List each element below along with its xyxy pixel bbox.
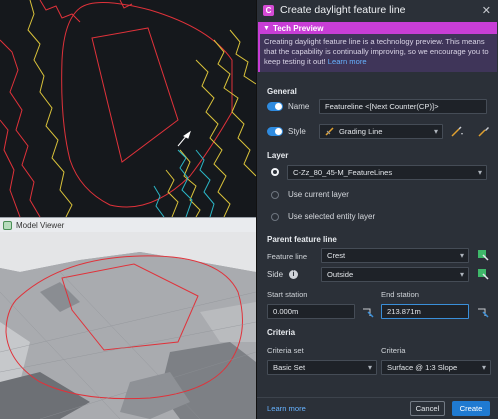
info-icon[interactable]: i <box>289 270 299 279</box>
criteria-section-title: Criteria <box>267 328 296 337</box>
parent-section-title: Parent feature line <box>267 235 337 244</box>
dialog-title: Create daylight feature line <box>280 4 406 16</box>
tech-preview-text: Creating daylight feature line is a tech… <box>264 37 489 66</box>
pick-start-station-icon[interactable] <box>361 305 375 319</box>
dialog-footer: Learn more Cancel Create <box>257 397 498 419</box>
edit-style-icon[interactable] <box>450 124 464 138</box>
style-dropdown[interactable]: Grading Line <box>319 124 443 139</box>
feature-line-dropdown[interactable]: Crest <box>321 248 469 263</box>
layer-option-0[interactable] <box>271 168 288 176</box>
style-label: Style <box>288 127 306 136</box>
layer-section-title: Layer <box>267 151 289 160</box>
layer-radio-1[interactable] <box>271 190 279 199</box>
model-viewer-viewport[interactable] <box>0 232 256 419</box>
name-row: Name <box>267 102 309 111</box>
terrain-3d <box>0 232 256 419</box>
general-section-title: General <box>267 87 297 96</box>
tech-preview-banner: ▼ Tech Preview Creating daylight feature… <box>258 22 497 72</box>
layer-option-2[interactable]: Use selected entity layer <box>271 212 375 221</box>
tech-preview-header[interactable]: ▼ Tech Preview <box>260 22 497 34</box>
start-station-label: Start station <box>267 290 308 299</box>
criteria-set-label: Criteria set <box>267 346 304 355</box>
pick-style-icon[interactable] <box>477 124 491 138</box>
end-station-label: End station <box>381 290 419 299</box>
app-logo-icon: C <box>263 4 274 16</box>
chevron-down-icon: ▼ <box>263 24 270 32</box>
end-station-input[interactable]: 213.871m <box>381 304 469 319</box>
close-icon[interactable]: ✕ <box>482 4 491 17</box>
model-viewer-label: Model Viewer <box>16 220 65 230</box>
name-toggle[interactable] <box>267 102 283 111</box>
pick-end-station-icon[interactable] <box>476 305 490 319</box>
learn-more-link[interactable]: Learn more <box>267 404 306 413</box>
layer-radio-2[interactable] <box>271 212 279 221</box>
layer-option-1[interactable]: Use current layer <box>271 190 349 199</box>
dialog-titlebar[interactable]: C Create daylight feature line ✕ <box>257 0 498 20</box>
style-row: Style <box>267 127 306 136</box>
cancel-button[interactable]: Cancel <box>410 401 445 416</box>
tech-preview-message: Creating daylight feature line is a tech… <box>260 34 497 72</box>
start-station-input[interactable]: 0.000m <box>267 304 355 319</box>
side-row: Side i <box>267 270 299 279</box>
plan-viewport[interactable] <box>0 0 256 217</box>
create-daylight-dialog: C Create daylight feature line ✕ ▼ Tech … <box>256 0 498 419</box>
pick-side-icon[interactable] <box>476 267 490 281</box>
select-feature-line-icon[interactable] <box>476 248 490 262</box>
name-input[interactable]: Featureline <[Next Counter(CP)]> <box>319 99 487 114</box>
feature-line-label: Feature line <box>267 252 308 261</box>
side-dropdown[interactable]: Outside <box>321 267 469 282</box>
layer-radio-0[interactable] <box>271 168 279 176</box>
grading-line-icon <box>325 127 334 136</box>
side-label: Side <box>267 270 284 279</box>
criteria-dropdown[interactable]: Surface @ 1:3 Slope <box>381 360 491 375</box>
create-button[interactable]: Create <box>452 401 490 416</box>
style-toggle[interactable] <box>267 127 283 136</box>
contour-drawing <box>0 0 256 217</box>
style-value: Grading Line <box>339 127 383 136</box>
layer-option-2-label: Use selected entity layer <box>288 212 376 221</box>
tech-preview-label: Tech Preview <box>272 23 324 33</box>
name-label: Name <box>288 102 310 111</box>
model-viewer-header[interactable]: Model Viewer <box>0 217 256 232</box>
layer-option-1-label: Use current layer <box>288 190 349 199</box>
layer-dropdown[interactable]: C-Zz_80_45-M_FeatureLines <box>287 165 487 180</box>
criteria-set-dropdown[interactable]: Basic Set <box>267 360 377 375</box>
criteria-label: Criteria <box>381 346 406 355</box>
tech-preview-learn-more-link[interactable]: Learn more <box>328 57 367 66</box>
model-viewer-icon <box>3 220 12 230</box>
